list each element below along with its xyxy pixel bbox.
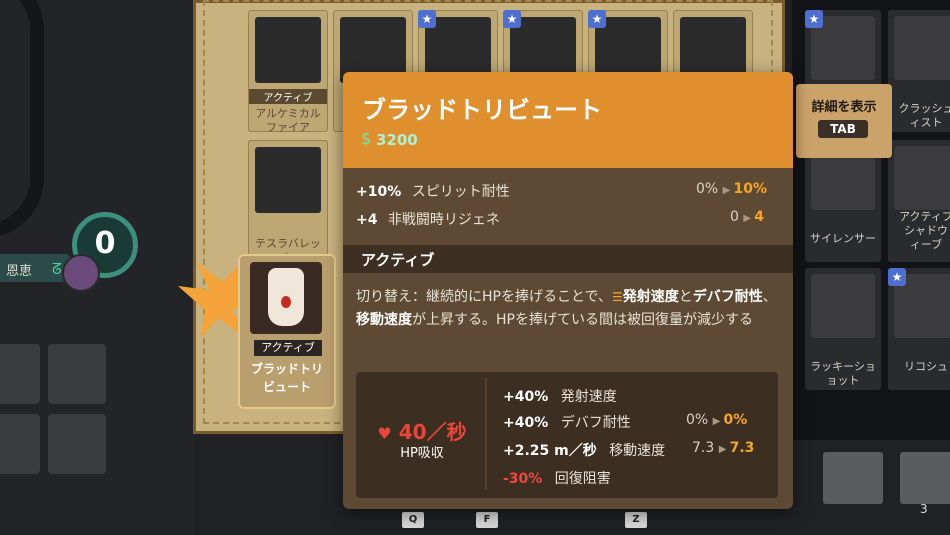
hotkey-z: Z <box>625 512 647 528</box>
hotkey-3: 3 <box>920 502 928 516</box>
blood-drop-icon <box>281 296 291 308</box>
item-name: アクティブ シャドウ ィーブ <box>899 210 950 251</box>
effect-value: +40% <box>503 415 549 431</box>
ability-slot[interactable] <box>0 414 40 474</box>
shop-item-lucky-shot[interactable]: ラッキーショ ョット <box>805 268 881 390</box>
effect-new: 0% <box>723 412 748 428</box>
desc-text: と <box>678 289 693 305</box>
item-name: アルケミカル ファイア <box>255 107 321 134</box>
shop-item[interactable]: クラッシュ ィスト <box>888 10 950 132</box>
effect-value: +40% <box>503 389 549 405</box>
item-slot[interactable] <box>900 452 950 504</box>
stat-new: 4 <box>754 209 764 225</box>
show-details-label: 詳細を表示 <box>811 100 877 115</box>
effect-compare: 7.3 ▶ 7.3 <box>692 440 754 456</box>
effect-old: 0% <box>686 412 709 428</box>
item-name: サイレンサー <box>810 232 876 245</box>
effect-row: +40% デバフ耐性 <box>503 412 631 432</box>
soul-label: 恩恵 <box>6 264 33 279</box>
item-tag: アクティブ <box>254 340 322 356</box>
desc-text: が上昇する。HPを捧げている間は被回復量が減少する <box>412 312 753 328</box>
section-label: アクティブ <box>361 251 435 269</box>
effect-new: 7.3 <box>729 440 755 456</box>
stat-old: 0% <box>696 181 719 197</box>
hp-drain-value: ♥ 40／秒 <box>367 416 477 445</box>
arrow-right-icon: ▶ <box>718 444 730 455</box>
fire-rate-icon: ☰ <box>612 290 623 304</box>
shop-item-tesla-bullets[interactable]: テスラバレッ ト <box>248 140 328 264</box>
desc-text: 切り替え：継続的にHPを捧げることで、 <box>356 289 612 305</box>
souls-icon: $ <box>361 129 372 148</box>
hotkey-f: F <box>476 512 498 528</box>
effect-value: +2.25 m／秒 <box>503 443 597 459</box>
effect-row: +2.25 m／秒 移動速度 <box>503 440 665 460</box>
horseshoe-icon <box>811 274 875 338</box>
broken-heart-icon: ♥ <box>377 424 392 443</box>
tab-key: TAB <box>818 120 868 138</box>
item-slot[interactable] <box>823 452 883 504</box>
hotkey-q: Q <box>402 512 424 528</box>
bullet-icon <box>255 147 321 213</box>
stat-new: 10% <box>733 181 768 197</box>
effect-row: -30% 回復阻害 <box>503 468 611 488</box>
arrow-right-icon: ▶ <box>743 213 755 224</box>
stat-name: 非戦闘時リジェネ <box>387 212 500 228</box>
tooltip-price: 3200 <box>376 131 418 149</box>
effect-name: 回復阻害 <box>554 471 611 487</box>
desc-text: 、 <box>762 289 777 305</box>
ability-slot[interactable] <box>48 414 106 474</box>
item-name: ブラッドトリ ビュート <box>250 362 323 394</box>
stat-value: +4 <box>356 212 378 228</box>
star-icon: ★ <box>805 10 823 28</box>
item-name: クラッシュ ィスト <box>898 102 950 129</box>
hp-drain-amount: 40／秒 <box>398 420 467 444</box>
effect-compare: 0% ▶ 0% <box>686 412 747 428</box>
stat-name: スピリット耐性 <box>411 184 510 200</box>
desc-keyword: 発射速度 <box>622 289 679 305</box>
shadow-icon <box>894 146 950 210</box>
stat-compare: 0% ▶ 10% <box>696 181 767 197</box>
star-icon: ★ <box>418 10 436 28</box>
item-name: ラッキーショ ョット <box>810 360 876 387</box>
arrow-right-icon: ▶ <box>722 185 734 196</box>
bandage-icon <box>894 16 950 80</box>
effect-value: -30% <box>503 471 543 487</box>
shop-item-alchemical-fire[interactable]: アクティブ アルケミカル ファイア <box>248 10 328 134</box>
desc-keyword: デバフ耐性 <box>692 289 763 305</box>
hp-drain-label: HP吸収 <box>400 446 444 461</box>
left-frame-curve <box>0 0 44 238</box>
effect-name: 発射速度 <box>560 389 617 405</box>
effect-row: +40% 発射速度 <box>503 386 617 406</box>
shop-item-silencer[interactable]: サイレンサー <box>805 140 881 262</box>
shop-item-ricochet[interactable]: リコシュ <box>888 268 950 390</box>
arrow-right-icon: ▶ <box>712 416 724 427</box>
effect-name: デバフ耐性 <box>560 415 631 431</box>
tooltip-title: ブラッドトリビュート <box>362 96 602 124</box>
item-name: リコシュ <box>904 360 948 373</box>
star-icon: ★ <box>503 10 521 28</box>
effect-name: 移動速度 <box>609 443 666 459</box>
hero-avatar <box>62 254 100 292</box>
item-tag: アクティブ <box>249 89 327 104</box>
stat-old: 0 <box>730 209 739 225</box>
swirl-icon: ᘔ <box>52 260 62 278</box>
stat-row: +4 非戦闘時リジェネ <box>356 209 500 229</box>
divider <box>485 378 487 490</box>
stat-value: +10% <box>356 184 402 200</box>
shop-item-shadow-weave[interactable]: アクティブ シャドウ ィーブ <box>888 140 950 262</box>
star-icon: ★ <box>588 10 606 28</box>
ability-description: 切り替え：継続的にHPを捧げることで、☰発射速度とデバフ耐性、移動速度が上昇する… <box>356 286 780 332</box>
stat-compare: 0 ▶ 4 <box>730 209 764 225</box>
ability-slot[interactable] <box>48 344 106 404</box>
flask-icon <box>255 17 321 83</box>
effect-old: 7.3 <box>692 440 715 456</box>
stat-row: +10% スピリット耐性 <box>356 181 510 201</box>
desc-keyword: 移動速度 <box>356 312 412 328</box>
star-icon: ★ <box>888 268 906 286</box>
ability-slot[interactable] <box>0 344 40 404</box>
